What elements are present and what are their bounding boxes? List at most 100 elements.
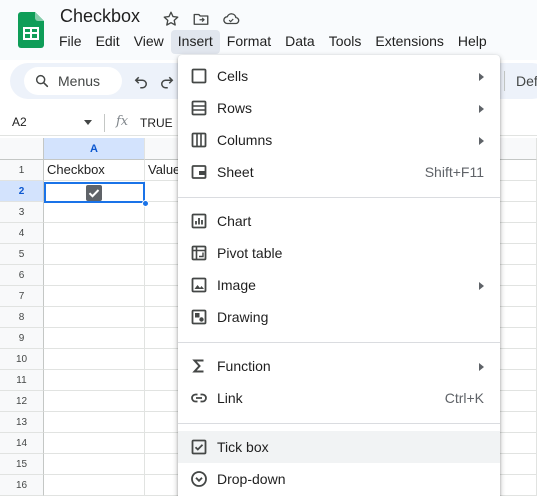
redo-icon[interactable] (158, 72, 176, 90)
menu-item-label: Drop-down (217, 471, 286, 487)
shortcut-label: Ctrl+K (444, 390, 484, 406)
cell-a6[interactable] (44, 265, 145, 286)
row-header-10[interactable]: 10 (0, 349, 44, 370)
row-header-9[interactable]: 9 (0, 328, 44, 349)
row-header-11[interactable]: 11 (0, 370, 44, 391)
menu-item-chart[interactable]: Chart (178, 205, 500, 237)
font-family-select[interactable]: Def (516, 73, 537, 89)
menu-bar: File Edit View Insert Format Data Tools … (52, 30, 494, 54)
cell-a11[interactable] (44, 370, 145, 391)
name-box[interactable]: A2 (12, 115, 27, 129)
cloud-status-icon[interactable] (220, 9, 242, 29)
cell-a7[interactable] (44, 286, 145, 307)
chart-icon (191, 213, 207, 229)
sheets-logo-icon[interactable] (18, 12, 44, 48)
select-all-corner[interactable] (0, 138, 44, 160)
menu-view[interactable]: View (127, 30, 171, 54)
menu-help[interactable]: Help (451, 30, 494, 54)
row-header-8[interactable]: 8 (0, 307, 44, 328)
menu-item-image[interactable]: Image (178, 269, 500, 301)
menu-item-label: Columns (217, 132, 273, 148)
row-header-15[interactable]: 15 (0, 454, 44, 475)
cell-a13[interactable] (44, 412, 145, 433)
fill-handle[interactable] (142, 200, 149, 207)
menu-edit[interactable]: Edit (89, 30, 127, 54)
checked-checkbox-icon[interactable] (86, 185, 102, 201)
menu-item-drawing[interactable]: Drawing (178, 301, 500, 333)
menu-item-drop-down[interactable]: Drop-down (178, 463, 500, 495)
cell-a3[interactable] (44, 202, 145, 223)
menu-item-cells[interactable]: Cells (178, 60, 500, 92)
menu-item-label: Image (217, 277, 256, 293)
row-header-12[interactable]: 12 (0, 391, 44, 412)
column-header-a[interactable]: A (44, 138, 145, 160)
cell-a15[interactable] (44, 454, 145, 475)
cell-a1[interactable]: Checkbox (44, 160, 145, 181)
menu-item-label: Chart (217, 213, 252, 229)
menu-item-link[interactable]: Link Ctrl+K (178, 382, 500, 414)
submenu-arrow-icon (479, 363, 484, 371)
sigma-icon (192, 359, 204, 373)
menu-divider (178, 342, 500, 343)
shortcut-label: Shift+F11 (424, 164, 484, 180)
document-title[interactable]: Checkbox (60, 6, 140, 27)
app-header: Checkbox File Edit View Insert Format Da… (0, 0, 537, 60)
menu-format[interactable]: Format (220, 30, 278, 54)
menu-data[interactable]: Data (278, 30, 322, 54)
undo-icon[interactable] (132, 72, 150, 90)
formula-input[interactable]: TRUE (140, 116, 173, 130)
menu-item-label: Tick box (217, 439, 269, 455)
drawing-icon (191, 309, 207, 325)
submenu-arrow-icon (479, 137, 484, 145)
submenu-arrow-icon (479, 282, 484, 290)
menu-extensions[interactable]: Extensions (368, 30, 450, 54)
cell-a14[interactable] (44, 433, 145, 454)
link-icon (191, 393, 207, 403)
menu-item-function[interactable]: Function (178, 350, 500, 382)
insert-menu: Cells Rows Columns Sheet Shift+F11 Chart… (178, 55, 500, 496)
row-header-13[interactable]: 13 (0, 412, 44, 433)
cell-a9[interactable] (44, 328, 145, 349)
menu-item-label: Rows (217, 100, 253, 116)
square-outline-icon (191, 68, 207, 84)
image-icon (191, 277, 207, 293)
row-header-1[interactable]: 1 (0, 160, 44, 181)
row-header-2[interactable]: 2 (0, 181, 44, 202)
toolbar-divider (504, 71, 505, 91)
star-icon[interactable] (160, 9, 182, 29)
cell-a4[interactable] (44, 223, 145, 244)
menu-insert[interactable]: Insert (170, 30, 220, 54)
move-folder-icon[interactable] (190, 9, 212, 29)
cell-a12[interactable] (44, 391, 145, 412)
menu-file[interactable]: File (52, 30, 89, 54)
menu-item-rows[interactable]: Rows (178, 92, 500, 124)
menu-item-sheet[interactable]: Sheet Shift+F11 (178, 156, 500, 188)
row-header-4[interactable]: 4 (0, 223, 44, 244)
menu-item-label: Sheet (217, 164, 254, 180)
menu-item-label: Pivot table (217, 245, 283, 261)
menu-item-tick-box[interactable]: Tick box (178, 431, 500, 463)
name-box-caret-icon[interactable] (84, 120, 92, 125)
pivot-table-icon (191, 245, 207, 261)
menu-tools[interactable]: Tools (322, 30, 369, 54)
row-header-3[interactable]: 3 (0, 202, 44, 223)
search-menus-button[interactable]: Menus (24, 67, 122, 95)
row-header-6[interactable]: 6 (0, 265, 44, 286)
columns-icon (191, 132, 207, 148)
menu-item-columns[interactable]: Columns (178, 124, 500, 156)
menu-divider (178, 423, 500, 424)
submenu-arrow-icon (479, 73, 484, 81)
cell-a16[interactable] (44, 475, 145, 496)
menus-label: Menus (58, 73, 101, 89)
cell-a10[interactable] (44, 349, 145, 370)
submenu-arrow-icon (479, 105, 484, 113)
rows-icon (191, 100, 207, 116)
cell-a8[interactable] (44, 307, 145, 328)
menu-item-pivot-table[interactable]: Pivot table (178, 237, 500, 269)
row-header-7[interactable]: 7 (0, 286, 44, 307)
search-icon (35, 74, 49, 88)
row-header-5[interactable]: 5 (0, 244, 44, 265)
row-header-14[interactable]: 14 (0, 433, 44, 454)
row-header-16[interactable]: 16 (0, 475, 44, 496)
cell-a5[interactable] (44, 244, 145, 265)
